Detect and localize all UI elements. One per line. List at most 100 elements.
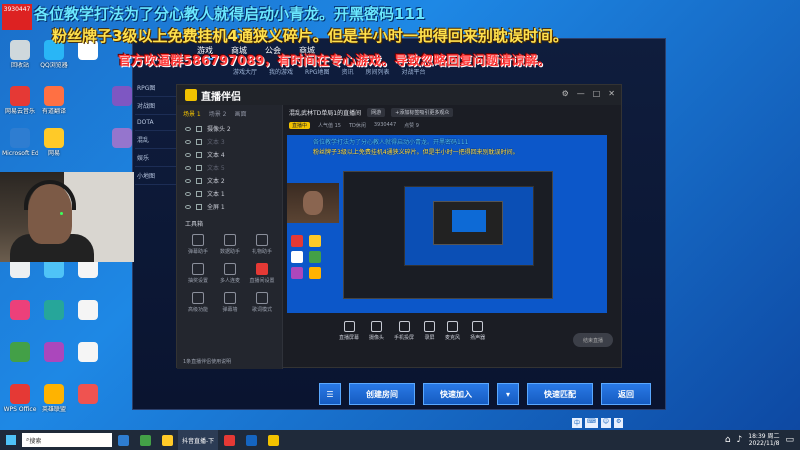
desktop-icon-netease2[interactable]: 网易: [36, 128, 72, 157]
desktop-icon-g[interactable]: [2, 300, 38, 322]
room-settings-icon: [256, 263, 268, 275]
stream-app-left-panel: 场景 1 场景 2 画面 摄像头 2 文本 3 文本 4 文本 5 文本 2 文…: [177, 105, 283, 369]
danmu-icon: [192, 234, 204, 246]
network-icon[interactable]: ⌂: [725, 435, 731, 445]
speaker-button[interactable]: 扬声器: [470, 321, 485, 341]
recycle-bin-icon: [10, 40, 30, 60]
desktop-icon-recycle[interactable]: 回收站: [2, 40, 38, 69]
eye-icon[interactable]: [185, 139, 191, 144]
microphone-button[interactable]: 麦克风: [445, 321, 460, 341]
eye-icon[interactable]: [185, 204, 191, 209]
desktop-icon-k[interactable]: [36, 342, 72, 364]
emoji-icon[interactable]: ☺: [600, 418, 611, 428]
desktop-icon-h[interactable]: [36, 300, 72, 322]
taskbar-app[interactable]: [134, 430, 156, 450]
scene-row[interactable]: 摄像头 2: [177, 122, 282, 135]
start-button[interactable]: [0, 430, 22, 450]
scene-row[interactable]: 全屏 1: [177, 200, 282, 213]
advanced-icon: [192, 292, 204, 304]
scene-tabs: 场景 1 场景 2 画面: [177, 105, 282, 122]
quick-match-button[interactable]: 快速匹配: [527, 383, 593, 405]
desktop-icon-lol[interactable]: 英雄联盟: [36, 384, 72, 413]
tool-item[interactable]: 多人连麦: [217, 263, 243, 284]
face: [303, 191, 323, 215]
desktop-icon-j[interactable]: [2, 342, 38, 364]
overlay-text-line-1: 各位教学打法为了分心教人就得启动小青龙。开黑密码111: [34, 5, 426, 23]
tool-item[interactable]: 歌词模式: [249, 292, 275, 313]
eye-icon[interactable]: [185, 191, 191, 196]
tab-scene-1[interactable]: 场景 1: [183, 109, 201, 118]
app-icon: [44, 342, 64, 362]
scene-row[interactable]: 文本 5: [177, 161, 282, 174]
tool-item[interactable]: 高级功能: [185, 292, 211, 313]
tool-item[interactable]: 直播间设置: [249, 263, 275, 284]
taskbar-app[interactable]: [156, 430, 178, 450]
keyboard-icon[interactable]: ⌨: [585, 418, 598, 428]
eye-icon[interactable]: [185, 152, 191, 157]
eye-icon[interactable]: [185, 165, 191, 170]
tool-item[interactable]: 弹幕墙: [217, 292, 243, 313]
category-tag[interactable]: 网游: [367, 107, 386, 117]
app-icon: [309, 267, 321, 279]
eye-icon[interactable]: [185, 126, 191, 131]
notification-icon[interactable]: ▭: [785, 435, 794, 445]
tab-scene-2[interactable]: 场景 2: [209, 109, 227, 118]
taskbar-app[interactable]: [218, 430, 240, 450]
wall-icon: [224, 292, 236, 304]
close-icon[interactable]: ✕: [608, 89, 615, 98]
create-room-button[interactable]: 创建房间: [349, 383, 415, 405]
clock[interactable]: 18:39 周二 2022/11/8: [748, 433, 779, 447]
back-button[interactable]: 返回: [601, 383, 651, 405]
taskbar-app[interactable]: [112, 430, 134, 450]
scene-row[interactable]: 文本 1: [177, 187, 282, 200]
tool-item[interactable]: 礼物助手: [249, 234, 275, 255]
volume-icon[interactable]: ♪: [737, 435, 743, 445]
desktop-icon-wps[interactable]: WPS Office: [2, 384, 38, 413]
search-label: 搜索: [29, 437, 42, 445]
tab-screen[interactable]: 画面: [234, 109, 246, 118]
taskbar-app[interactable]: [262, 430, 284, 450]
taskbar-search[interactable]: ⌕ 搜索: [22, 433, 112, 447]
ime-language[interactable]: 中: [572, 418, 583, 428]
stream-app-titlebar: 直播伴侣 ⚙ — □ ✕: [177, 85, 621, 105]
stream-title[interactable]: 混乱武林TD单局1的直播间: [289, 108, 361, 117]
dropdown-button[interactable]: ▾: [497, 383, 519, 405]
game-bottom-bar: ☰ 创建房间 快速加入 ▾ 快速匹配 返回: [319, 383, 651, 405]
control-label: 扬声器: [470, 335, 486, 341]
desktop-icon-l[interactable]: [70, 342, 106, 364]
plus-icon: [10, 342, 30, 362]
settings-icon[interactable]: ⚙: [562, 89, 569, 98]
desktop-icon-i[interactable]: [70, 300, 106, 322]
settings-icon[interactable]: ⚙: [613, 418, 624, 428]
scene-row[interactable]: 文本 4: [177, 148, 282, 161]
game-list-button[interactable]: ☰: [319, 383, 341, 405]
screen-capture-button[interactable]: 直播屏幕: [339, 321, 359, 341]
end-live-button[interactable]: 结束直播: [573, 333, 613, 347]
help-link[interactable]: 1条直播伴侣使用说明: [183, 358, 231, 365]
desktop-icon-netease[interactable]: 网易云音乐: [2, 86, 38, 115]
desktop-icon-youdao[interactable]: 有道翻译: [36, 86, 72, 115]
scene-row[interactable]: 文本 2: [177, 174, 282, 187]
phone-cast-button[interactable]: 手机投屏: [394, 321, 414, 341]
add-tag-button[interactable]: +添加标签吸引更多观众: [391, 107, 454, 117]
quick-join-button[interactable]: 快速加入: [423, 383, 489, 405]
taskbar-active-app[interactable]: 抖音直播-下: [178, 430, 219, 450]
scene-row[interactable]: 文本 3: [177, 135, 282, 148]
tool-item[interactable]: 抽奖设置: [185, 263, 211, 284]
desktop-icon-m[interactable]: [70, 384, 106, 406]
eye-icon[interactable]: [185, 178, 191, 183]
camera-button[interactable]: 摄像头: [369, 321, 384, 341]
minimize-icon[interactable]: —: [577, 89, 585, 98]
maximize-icon[interactable]: □: [593, 89, 601, 98]
tool-label: 直播间设置: [249, 278, 275, 284]
stream-preview[interactable]: 各位教学打法为了分心教人就得启动小青龙。开黑密码111 粉丝牌子3级以上免费挂机…: [287, 135, 607, 313]
stream-info-bar: 混乱武林TD单局1的直播间 网游 +添加标签吸引更多观众: [285, 105, 623, 119]
desktop-icon-label: Microsoft Edge: [2, 150, 38, 157]
mic-icon: [447, 321, 459, 332]
control-label: 手机投屏: [394, 335, 415, 341]
taskbar-app[interactable]: [240, 430, 262, 450]
desktop-icon-edge[interactable]: Microsoft Edge: [2, 128, 38, 157]
tool-item[interactable]: 数据助手: [217, 234, 243, 255]
record-button[interactable]: 录屏: [424, 321, 436, 341]
tool-item[interactable]: 弹幕助手: [185, 234, 211, 255]
